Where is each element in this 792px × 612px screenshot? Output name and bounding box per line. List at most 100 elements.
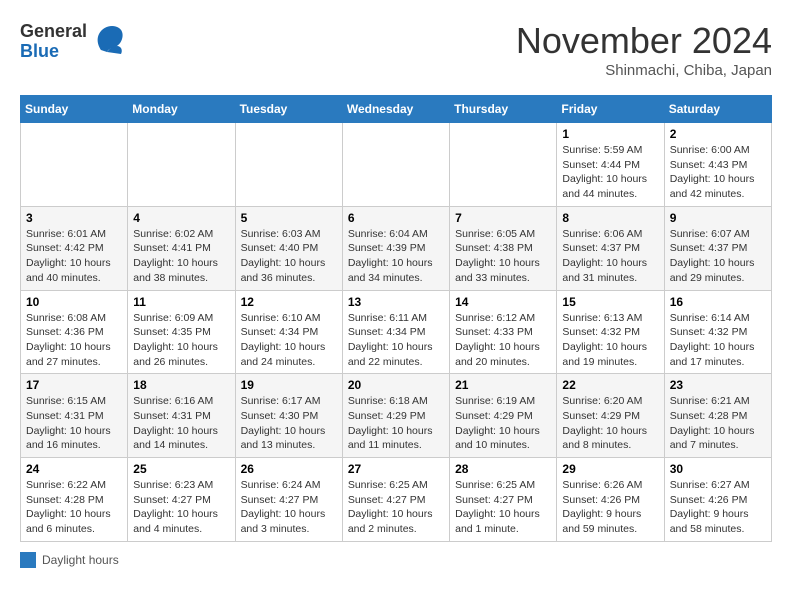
day-info: Sunrise: 6:11 AMSunset: 4:34 PMDaylight:… <box>348 311 444 370</box>
day-number: 22 <box>562 378 658 392</box>
footer: Daylight hours <box>20 552 772 568</box>
calendar-cell: 8 Sunrise: 6:06 AMSunset: 4:37 PMDaylight… <box>557 206 664 290</box>
col-monday: Monday <box>128 96 235 123</box>
day-number: 2 <box>670 127 766 141</box>
col-saturday: Saturday <box>664 96 771 123</box>
day-info: Sunrise: 6:14 AMSunset: 4:32 PMDaylight:… <box>670 311 766 370</box>
calendar-cell: 23 Sunrise: 6:21 AMSunset: 4:28 PMDayligh… <box>664 374 771 458</box>
location: Shinmachi, Chiba, Japan <box>516 62 772 79</box>
day-number: 19 <box>241 378 337 392</box>
calendar-cell <box>21 123 128 207</box>
logo-text-area: General Blue <box>20 22 87 62</box>
day-number: 9 <box>670 211 766 225</box>
calendar-table: Sunday Monday Tuesday Wednesday Thursday… <box>20 95 772 542</box>
day-number: 27 <box>348 462 444 476</box>
day-number: 4 <box>133 211 229 225</box>
day-number: 6 <box>348 211 444 225</box>
col-wednesday: Wednesday <box>342 96 449 123</box>
calendar-cell: 30Sunrise: 6:27 AMSunset: 4:26 PMDayligh… <box>664 458 771 542</box>
daylight-label: Daylight hours <box>42 553 119 567</box>
col-tuesday: Tuesday <box>235 96 342 123</box>
day-number: 11 <box>133 295 229 309</box>
day-info: Sunrise: 6:01 AMSunset: 4:42 PMDaylight:… <box>26 227 122 286</box>
day-info: Sunrise: 6:02 AMSunset: 4:41 PMDaylight:… <box>133 227 229 286</box>
calendar-cell <box>450 123 557 207</box>
day-info: Sunrise: 6:26 AMSunset: 4:26 PMDaylight:… <box>562 478 658 537</box>
day-number: 16 <box>670 295 766 309</box>
day-number: 18 <box>133 378 229 392</box>
calendar-cell: 18 Sunrise: 6:16 AMSunset: 4:31 PMDayligh… <box>128 374 235 458</box>
day-number: 29 <box>562 462 658 476</box>
calendar-cell: 4 Sunrise: 6:02 AMSunset: 4:41 PMDaylight… <box>128 206 235 290</box>
day-number: 13 <box>348 295 444 309</box>
day-info: Sunrise: 6:08 AMSunset: 4:36 PMDaylight:… <box>26 311 122 370</box>
logo-bird-icon <box>93 20 125 63</box>
header-row: Sunday Monday Tuesday Wednesday Thursday… <box>21 96 772 123</box>
week-row-2: 10 Sunrise: 6:08 AMSunset: 4:36 PMDayligh… <box>21 290 772 374</box>
day-info: Sunrise: 6:03 AMSunset: 4:40 PMDaylight:… <box>241 227 337 286</box>
day-info: Sunrise: 6:00 AMSunset: 4:43 PMDaylight:… <box>670 143 766 202</box>
day-info: Sunrise: 6:05 AMSunset: 4:38 PMDaylight:… <box>455 227 551 286</box>
calendar-cell: 5 Sunrise: 6:03 AMSunset: 4:40 PMDaylight… <box>235 206 342 290</box>
day-info: Sunrise: 6:18 AMSunset: 4:29 PMDaylight:… <box>348 394 444 453</box>
calendar-cell: 22 Sunrise: 6:20 AMSunset: 4:29 PMDayligh… <box>557 374 664 458</box>
day-number: 26 <box>241 462 337 476</box>
col-sunday: Sunday <box>21 96 128 123</box>
day-info: Sunrise: 6:19 AMSunset: 4:29 PMDaylight:… <box>455 394 551 453</box>
week-row-1: 3Sunrise: 6:01 AMSunset: 4:42 PMDaylight… <box>21 206 772 290</box>
day-info: Sunrise: 6:16 AMSunset: 4:31 PMDaylight:… <box>133 394 229 453</box>
day-number: 28 <box>455 462 551 476</box>
day-number: 5 <box>241 211 337 225</box>
day-info: Sunrise: 6:07 AMSunset: 4:37 PMDaylight:… <box>670 227 766 286</box>
calendar-cell: 29 Sunrise: 6:26 AMSunset: 4:26 PMDayligh… <box>557 458 664 542</box>
day-info: Sunrise: 6:17 AMSunset: 4:30 PMDaylight:… <box>241 394 337 453</box>
logo-general: General <box>20 22 87 42</box>
calendar-cell: 19 Sunrise: 6:17 AMSunset: 4:30 PMDayligh… <box>235 374 342 458</box>
calendar-cell: 13 Sunrise: 6:11 AMSunset: 4:34 PMDayligh… <box>342 290 449 374</box>
day-number: 8 <box>562 211 658 225</box>
day-number: 30 <box>670 462 766 476</box>
day-info: Sunrise: 6:15 AMSunset: 4:31 PMDaylight:… <box>26 394 122 453</box>
day-number: 7 <box>455 211 551 225</box>
week-row-3: 17 Sunrise: 6:15 AMSunset: 4:31 PMDayligh… <box>21 374 772 458</box>
calendar-cell: 27 Sunrise: 6:25 AMSunset: 4:27 PMDayligh… <box>342 458 449 542</box>
calendar-cell: 6 Sunrise: 6:04 AMSunset: 4:39 PMDaylight… <box>342 206 449 290</box>
day-info: Sunrise: 5:59 AMSunset: 4:44 PMDaylight:… <box>562 143 658 202</box>
calendar-cell: 24Sunrise: 6:22 AMSunset: 4:28 PMDayligh… <box>21 458 128 542</box>
page-header: General Blue November 2024 Shinmachi, Ch… <box>20 20 772 79</box>
day-number: 23 <box>670 378 766 392</box>
calendar-cell: 25Sunrise: 6:23 AMSunset: 4:27 PMDayligh… <box>128 458 235 542</box>
day-info: Sunrise: 6:06 AMSunset: 4:37 PMDaylight:… <box>562 227 658 286</box>
calendar-cell: 15Sunrise: 6:13 AMSunset: 4:32 PMDayligh… <box>557 290 664 374</box>
day-number: 17 <box>26 378 122 392</box>
daylight-swatch <box>20 552 36 568</box>
day-info: Sunrise: 6:20 AMSunset: 4:29 PMDaylight:… <box>562 394 658 453</box>
day-info: Sunrise: 6:04 AMSunset: 4:39 PMDaylight:… <box>348 227 444 286</box>
calendar-cell: 1Sunrise: 5:59 AMSunset: 4:44 PMDaylight… <box>557 123 664 207</box>
day-number: 14 <box>455 295 551 309</box>
col-friday: Friday <box>557 96 664 123</box>
day-number: 21 <box>455 378 551 392</box>
day-info: Sunrise: 6:22 AMSunset: 4:28 PMDaylight:… <box>26 478 122 537</box>
day-info: Sunrise: 6:25 AMSunset: 4:27 PMDaylight:… <box>348 478 444 537</box>
month-title: November 2024 <box>516 20 772 62</box>
week-row-0: 1Sunrise: 5:59 AMSunset: 4:44 PMDaylight… <box>21 123 772 207</box>
calendar-cell: 9 Sunrise: 6:07 AMSunset: 4:37 PMDaylight… <box>664 206 771 290</box>
day-info: Sunrise: 6:12 AMSunset: 4:33 PMDaylight:… <box>455 311 551 370</box>
calendar-cell: 21 Sunrise: 6:19 AMSunset: 4:29 PMDayligh… <box>450 374 557 458</box>
day-number: 15 <box>562 295 658 309</box>
day-number: 10 <box>26 295 122 309</box>
logo-blue: Blue <box>20 42 87 62</box>
calendar-cell: 3Sunrise: 6:01 AMSunset: 4:42 PMDaylight… <box>21 206 128 290</box>
calendar-cell: 26Sunrise: 6:24 AMSunset: 4:27 PMDayligh… <box>235 458 342 542</box>
calendar-cell: 20Sunrise: 6:18 AMSunset: 4:29 PMDayligh… <box>342 374 449 458</box>
col-thursday: Thursday <box>450 96 557 123</box>
calendar-cell: 28Sunrise: 6:25 AMSunset: 4:27 PMDayligh… <box>450 458 557 542</box>
calendar-cell: 16 Sunrise: 6:14 AMSunset: 4:32 PMDayligh… <box>664 290 771 374</box>
day-info: Sunrise: 6:23 AMSunset: 4:27 PMDaylight:… <box>133 478 229 537</box>
day-info: Sunrise: 6:21 AMSunset: 4:28 PMDaylight:… <box>670 394 766 453</box>
calendar-cell: 11Sunrise: 6:09 AMSunset: 4:35 PMDayligh… <box>128 290 235 374</box>
calendar-header: Sunday Monday Tuesday Wednesday Thursday… <box>21 96 772 123</box>
calendar-cell: 2 Sunrise: 6:00 AMSunset: 4:43 PMDaylight… <box>664 123 771 207</box>
calendar-body: 1Sunrise: 5:59 AMSunset: 4:44 PMDaylight… <box>21 123 772 542</box>
